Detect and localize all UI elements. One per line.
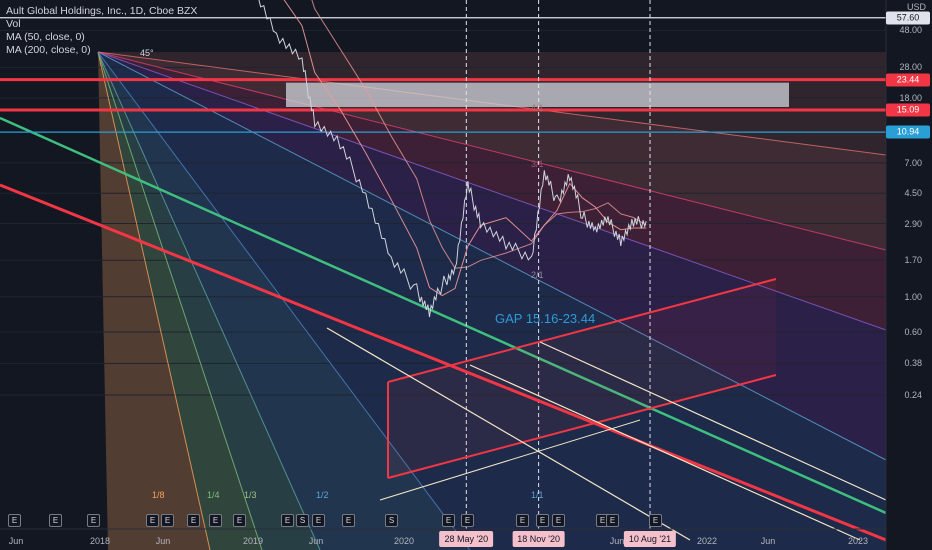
gap-annotation[interactable]: GAP 15.16-23.44 — [495, 311, 595, 326]
date-tick-label: Jun — [760, 536, 776, 546]
earnings-marker[interactable]: E — [187, 514, 200, 527]
date-marker-badge[interactable]: 10 Aug '21 — [623, 531, 677, 547]
fan-ratio-label: 3/1 — [531, 159, 544, 169]
legend-symbol[interactable]: Ault Global Holdings, Inc., 1D, Cboe BZX — [6, 5, 197, 18]
earnings-marker[interactable]: S — [385, 514, 398, 527]
fan-ratio-label: 1/3 — [244, 490, 257, 500]
price-tick-label: 4.50 — [904, 188, 922, 199]
price-level-badge[interactable]: 57.60 — [886, 11, 930, 25]
price-tick-label: 1.70 — [904, 255, 922, 266]
earnings-marker[interactable]: E — [552, 514, 565, 527]
date-tick-label: 2020 — [393, 536, 415, 546]
date-tick-label: Jun — [8, 536, 24, 546]
fan-ratio-label: 2/1 — [531, 270, 544, 280]
date-marker-badge[interactable]: 28 May '20 — [439, 531, 494, 547]
price-tick-label: 0.24 — [904, 390, 922, 401]
price-tick-label: 0.38 — [904, 358, 922, 369]
chart-legend: Ault Global Holdings, Inc., 1D, Cboe BZX… — [6, 5, 197, 57]
earnings-marker[interactable]: E — [442, 514, 455, 527]
earnings-marker[interactable]: E — [536, 514, 549, 527]
price-level-badge[interactable]: 15.09 — [886, 103, 930, 117]
fan-ratio-label: 4/1 — [531, 103, 544, 113]
fan-ratio-label: 45° — [140, 48, 154, 58]
earnings-marker[interactable]: E — [87, 514, 100, 527]
earnings-marker[interactable]: E — [8, 514, 21, 527]
earnings-marker[interactable]: E — [516, 514, 529, 527]
earnings-marker[interactable]: S — [296, 514, 309, 527]
date-marker-badge[interactable]: 18 Nov '20 — [512, 531, 565, 547]
date-tick-label: 2018 — [89, 536, 111, 546]
earnings-marker[interactable]: E — [233, 514, 246, 527]
date-tick-label: Jun — [308, 536, 324, 546]
earnings-marker[interactable]: E — [146, 514, 159, 527]
earnings-marker[interactable]: E — [281, 514, 294, 527]
earnings-marker[interactable]: E — [49, 514, 62, 527]
legend-ma200[interactable]: MA (200, close, 0) — [6, 44, 197, 57]
price-level-badge[interactable]: 23.44 — [886, 73, 930, 87]
fan-ratio-label: 1/4 — [207, 490, 220, 500]
price-tick-label: 18.00 — [899, 92, 922, 103]
price-tick-label: 28.00 — [899, 62, 922, 73]
date-tick-label: Jun — [609, 536, 625, 546]
legend-vol[interactable]: Vol — [6, 18, 197, 31]
price-tick-label: 2.90 — [904, 218, 922, 229]
legend-ma50[interactable]: MA (50, close, 0) — [6, 31, 197, 44]
chart-canvas[interactable] — [0, 0, 932, 550]
fan-ratio-label: 1/2 — [316, 490, 329, 500]
price-tick-label: 48.00 — [899, 25, 922, 36]
price-tick-label: 1.00 — [904, 291, 922, 302]
earnings-marker[interactable]: E — [461, 514, 474, 527]
date-tick-label: 2019 — [242, 536, 264, 546]
date-tick-label: 2023 — [847, 536, 869, 546]
earnings-marker[interactable]: E — [312, 514, 325, 527]
price-tick-label: 0.60 — [904, 326, 922, 337]
earnings-marker[interactable]: E — [342, 514, 355, 527]
chart-root[interactable]: Ault Global Holdings, Inc., 1D, Cboe BZX… — [0, 0, 932, 550]
date-tick-label: Jun — [155, 536, 171, 546]
earnings-marker[interactable]: E — [161, 514, 174, 527]
price-tick-label: 7.00 — [904, 157, 922, 168]
price-level-badge[interactable]: 10.94 — [886, 125, 930, 139]
fan-ratio-label: 1/1 — [531, 490, 544, 500]
date-tick-label: 2022 — [696, 536, 718, 546]
fan-ratio-label: 1/8 — [152, 490, 165, 500]
earnings-marker[interactable]: E — [209, 514, 222, 527]
earnings-marker[interactable]: E — [649, 514, 662, 527]
earnings-marker[interactable]: E — [606, 514, 619, 527]
